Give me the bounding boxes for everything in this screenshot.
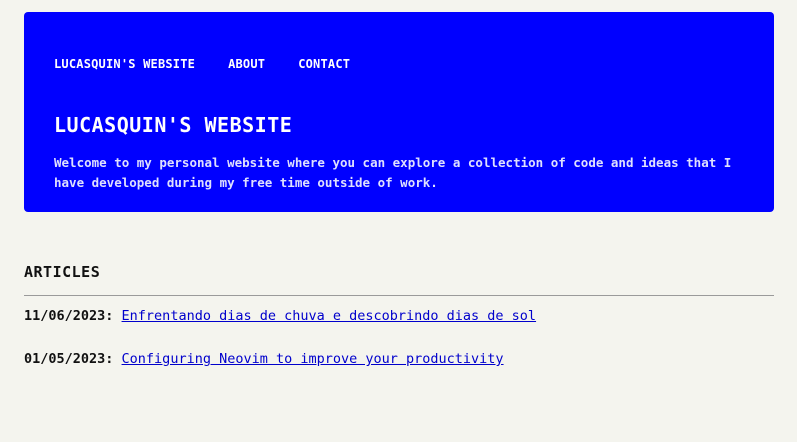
article-date: 11/06/2023: [24, 308, 114, 324]
main-nav: LUCASQUIN'S WEBSITE ABOUT CONTACT [54, 57, 383, 71]
list-item: 11/06/2023: Enfrentando dias de chuva e … [24, 308, 536, 351]
divider [24, 295, 774, 296]
page: LUCASQUIN'S WEBSITE ABOUT CONTACT LUCASQ… [0, 0, 797, 442]
hero-banner: LUCASQUIN'S WEBSITE ABOUT CONTACT LUCASQ… [24, 12, 774, 212]
list-item: 01/05/2023: Configuring Neovim to improv… [24, 351, 536, 394]
article-date: 01/05/2023: [24, 351, 114, 367]
nav-item-home[interactable]: LUCASQUIN'S WEBSITE [54, 57, 195, 71]
nav-item-about[interactable]: ABOUT [228, 57, 265, 71]
hero-description: Welcome to my personal website where you… [54, 155, 732, 190]
page-title: LUCASQUIN'S WEBSITE [54, 113, 293, 137]
article-link[interactable]: Configuring Neovim to improve your produ… [122, 351, 504, 367]
article-link[interactable]: Enfrentando dias de chuva e descobrindo … [122, 308, 537, 324]
articles-heading: ARTICLES [24, 263, 101, 281]
article-list: 11/06/2023: Enfrentando dias de chuva e … [24, 308, 536, 394]
nav-item-contact[interactable]: CONTACT [298, 57, 350, 71]
